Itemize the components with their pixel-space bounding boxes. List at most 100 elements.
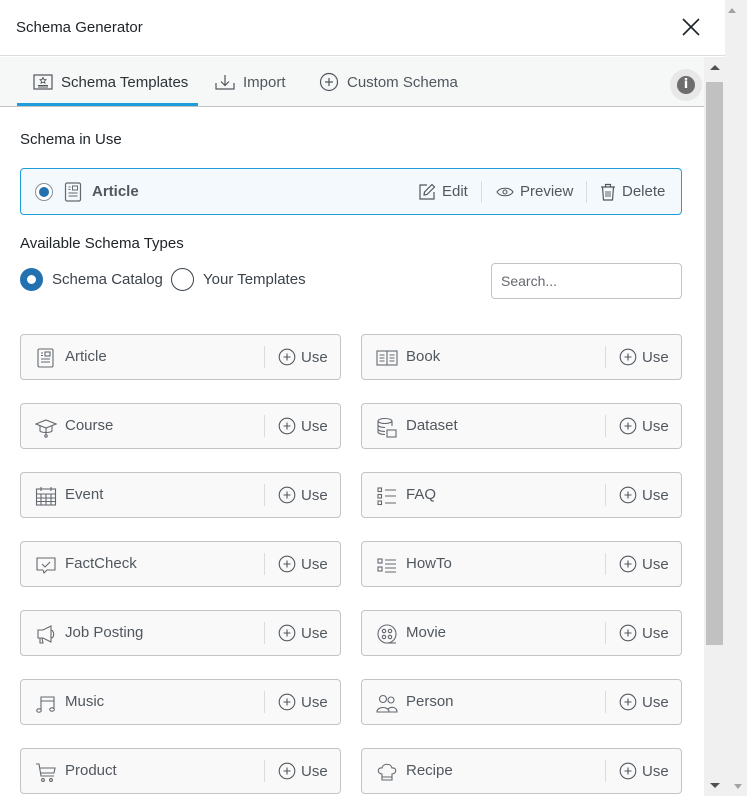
use-label: Use — [301, 417, 328, 435]
info-button[interactable]: i — [670, 69, 702, 101]
schema-search-input[interactable] — [491, 263, 682, 299]
schema-type-card[interactable]: Course Use — [20, 403, 341, 449]
database-icon — [377, 417, 397, 438]
plus-circle-icon — [278, 486, 296, 504]
steps-list-icon — [377, 558, 396, 573]
card-divider — [605, 553, 606, 575]
card-divider — [264, 760, 265, 782]
schema-type-card[interactable]: FAQ Use — [361, 472, 682, 518]
list-icon — [377, 487, 396, 506]
use-button[interactable]: Use — [619, 680, 669, 724]
schema-type-card[interactable]: Event Use — [20, 472, 341, 518]
your-templates-radio[interactable]: Your Templates — [171, 267, 306, 291]
schema-type-label: Person — [406, 693, 454, 710]
card-divider — [605, 346, 606, 368]
schema-type-card[interactable]: Music Use — [20, 679, 341, 725]
close-icon — [682, 18, 700, 36]
use-label: Use — [301, 555, 328, 573]
schema-in-use-heading: Schema in Use — [20, 131, 122, 148]
plus-circle-icon — [619, 693, 637, 711]
tab-import[interactable]: Import — [215, 57, 286, 107]
schema-type-label: Dataset — [406, 417, 458, 434]
schema-type-label: Event — [65, 486, 104, 503]
delete-button[interactable]: Delete — [600, 169, 665, 214]
scrollbar-thumb[interactable] — [706, 82, 723, 645]
templates-icon — [33, 74, 53, 90]
use-button[interactable]: Use — [278, 680, 328, 724]
dialog-title: Schema Generator — [16, 19, 143, 36]
schema-type-card[interactable]: Recipe Use — [361, 748, 682, 794]
use-button[interactable]: Use — [619, 542, 669, 586]
cart-icon — [36, 763, 56, 782]
use-button[interactable]: Use — [619, 749, 669, 793]
schema-type-label: FAQ — [406, 486, 437, 503]
schema-type-label: Book — [406, 348, 441, 365]
schema-type-card[interactable]: FactCheck Use — [20, 541, 341, 587]
use-button[interactable]: Use — [278, 542, 328, 586]
use-button[interactable]: Use — [619, 611, 669, 655]
schema-type-card[interactable]: Person Use — [361, 679, 682, 725]
schema-type-label: Movie — [406, 624, 447, 641]
delete-label: Delete — [622, 183, 666, 200]
schema-type-card[interactable]: Dataset Use — [361, 403, 682, 449]
tab-custom-schema[interactable]: Custom Schema — [319, 57, 458, 107]
action-divider — [586, 181, 587, 203]
card-divider — [264, 415, 265, 437]
close-button[interactable] — [678, 14, 704, 40]
card-divider — [264, 622, 265, 644]
plus-circle-icon — [278, 348, 296, 366]
schema-type-card[interactable]: Job Posting Use — [20, 610, 341, 656]
schema-type-card[interactable]: Article Use — [20, 334, 341, 380]
import-icon — [215, 75, 235, 90]
use-label: Use — [642, 555, 669, 573]
dialog-header: Schema Generator — [0, 0, 725, 56]
page-scroll-down-icon[interactable] — [734, 784, 742, 789]
card-divider — [264, 691, 265, 713]
use-label: Use — [642, 762, 669, 780]
use-button[interactable]: Use — [278, 749, 328, 793]
article-icon — [37, 348, 54, 368]
use-label: Use — [301, 693, 328, 711]
edit-label: Edit — [442, 183, 468, 200]
plus-circle-icon — [278, 417, 296, 435]
schema-type-card[interactable]: Product Use — [20, 748, 341, 794]
schema-type-label: FactCheck — [65, 555, 137, 572]
trash-icon — [601, 183, 615, 201]
people-icon — [376, 694, 398, 713]
tab-bar: Schema Templates Import Custom Schema i — [0, 57, 704, 107]
card-divider — [264, 346, 265, 368]
schema-type-card[interactable]: Book Use — [361, 334, 682, 380]
chat-check-icon — [36, 557, 56, 575]
content-scrollbar[interactable] — [704, 57, 725, 796]
use-button[interactable]: Use — [619, 404, 669, 448]
radio-checked — [20, 267, 43, 291]
card-divider — [605, 622, 606, 644]
schema-catalog-radio[interactable]: Schema Catalog — [20, 267, 163, 291]
use-button[interactable]: Use — [278, 335, 328, 379]
use-button[interactable]: Use — [278, 473, 328, 517]
tab-schema-templates[interactable]: Schema Templates — [33, 57, 188, 107]
preview-button[interactable]: Preview — [496, 169, 573, 214]
use-label: Use — [301, 348, 328, 366]
use-button[interactable]: Use — [278, 404, 328, 448]
plus-circle-icon — [278, 762, 296, 780]
use-label: Use — [642, 624, 669, 642]
schema-in-use-radio[interactable] — [35, 183, 53, 201]
schema-type-card[interactable]: HowTo Use — [361, 541, 682, 587]
page-scroll-up-icon[interactable] — [728, 8, 736, 13]
use-button[interactable]: Use — [619, 473, 669, 517]
plus-circle-icon — [278, 693, 296, 711]
use-button[interactable]: Use — [278, 611, 328, 655]
page-scrollbar[interactable] — [725, 0, 747, 796]
scroll-down-arrow-icon[interactable] — [710, 783, 720, 788]
edit-button[interactable]: Edit — [418, 169, 468, 214]
tab-schema-templates-label: Schema Templates — [61, 73, 189, 91]
use-button[interactable]: Use — [619, 335, 669, 379]
use-label: Use — [642, 486, 669, 504]
schema-type-card[interactable]: Movie Use — [361, 610, 682, 656]
use-label: Use — [642, 348, 669, 366]
scroll-up-arrow-icon[interactable] — [710, 65, 720, 70]
schema-type-label: Recipe — [406, 762, 453, 779]
use-label: Use — [301, 486, 328, 504]
plus-circle-icon — [319, 72, 339, 92]
